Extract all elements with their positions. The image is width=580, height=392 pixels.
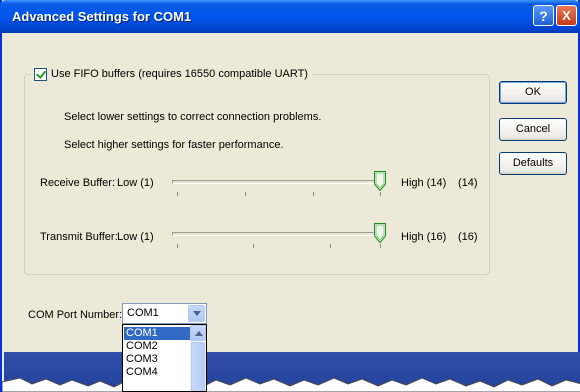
dropdown-option[interactable]: COM1 — [124, 327, 190, 340]
dropdown-option[interactable]: COM4 — [124, 366, 190, 379]
dialog-window: Advanced Settings for COM1 ? X Use FIFO … — [0, 0, 580, 392]
close-button[interactable]: X — [556, 5, 577, 26]
help-button[interactable]: ? — [533, 5, 554, 26]
fifo-checkbox[interactable] — [34, 67, 47, 81]
transmit-tick — [330, 244, 331, 248]
transmit-tick — [380, 244, 381, 248]
close-icon: X — [562, 8, 571, 23]
transmit-slider-track[interactable] — [172, 232, 386, 236]
transmit-tick — [253, 244, 254, 248]
receive-tick — [177, 192, 178, 196]
chevron-down-icon — [193, 311, 201, 316]
combo-dropdown-button[interactable] — [188, 305, 205, 322]
com-port-label: COM Port Number: — [28, 309, 123, 321]
receive-slider-track[interactable] — [172, 180, 386, 184]
transmit-buffer-label: Transmit Buffer: — [40, 231, 118, 243]
torn-edge — [2, 377, 580, 392]
defaults-button[interactable]: Defaults — [499, 152, 567, 175]
com-port-select[interactable]: COM1 — [122, 303, 207, 324]
transmit-value: (16) — [458, 231, 478, 243]
scrollbar-thumb[interactable] — [191, 342, 205, 391]
title-bar[interactable]: Advanced Settings for COM1 ? X — [0, 0, 580, 33]
fifo-checkbox-label[interactable]: Use FIFO buffers (requires 16550 compati… — [51, 68, 308, 80]
dropdown-scrollbar[interactable] — [190, 325, 206, 391]
receive-low-label: Low (1) — [117, 177, 154, 189]
transmit-high-label: High (16) — [401, 231, 447, 243]
dropdown-option[interactable]: COM3 — [124, 353, 190, 366]
receive-value: (14) — [458, 177, 478, 189]
receive-tick — [245, 192, 246, 196]
receive-high-label: High (14) — [401, 177, 447, 189]
chevron-up-icon — [195, 331, 203, 336]
hint-higher-text: Select higher settings for faster perfor… — [64, 139, 284, 151]
com-port-selected-value: COM1 — [127, 307, 159, 319]
com-port-dropdown-list[interactable]: COM1 COM2 COM3 COM4 — [122, 324, 207, 392]
receive-tick — [313, 192, 314, 196]
scroll-up-button[interactable] — [190, 325, 206, 341]
receive-tick — [380, 192, 381, 196]
receive-slider-thumb[interactable] — [374, 171, 386, 191]
help-icon: ? — [539, 8, 548, 24]
fifo-checkbox-row[interactable]: Use FIFO buffers (requires 16550 compati… — [31, 66, 312, 82]
dropdown-option[interactable]: COM2 — [124, 340, 190, 353]
transmit-tick — [177, 244, 178, 248]
cancel-button[interactable]: Cancel — [499, 118, 567, 141]
window-title: Advanced Settings for COM1 — [12, 9, 192, 24]
ok-button[interactable]: OK — [499, 81, 567, 104]
hint-lower-text: Select lower settings to correct connect… — [64, 111, 322, 123]
fifo-groupbox — [24, 74, 490, 275]
transmit-low-label: Low (1) — [117, 231, 154, 243]
transmit-slider-thumb[interactable] — [374, 223, 386, 243]
receive-buffer-label: Receive Buffer: — [40, 177, 116, 189]
